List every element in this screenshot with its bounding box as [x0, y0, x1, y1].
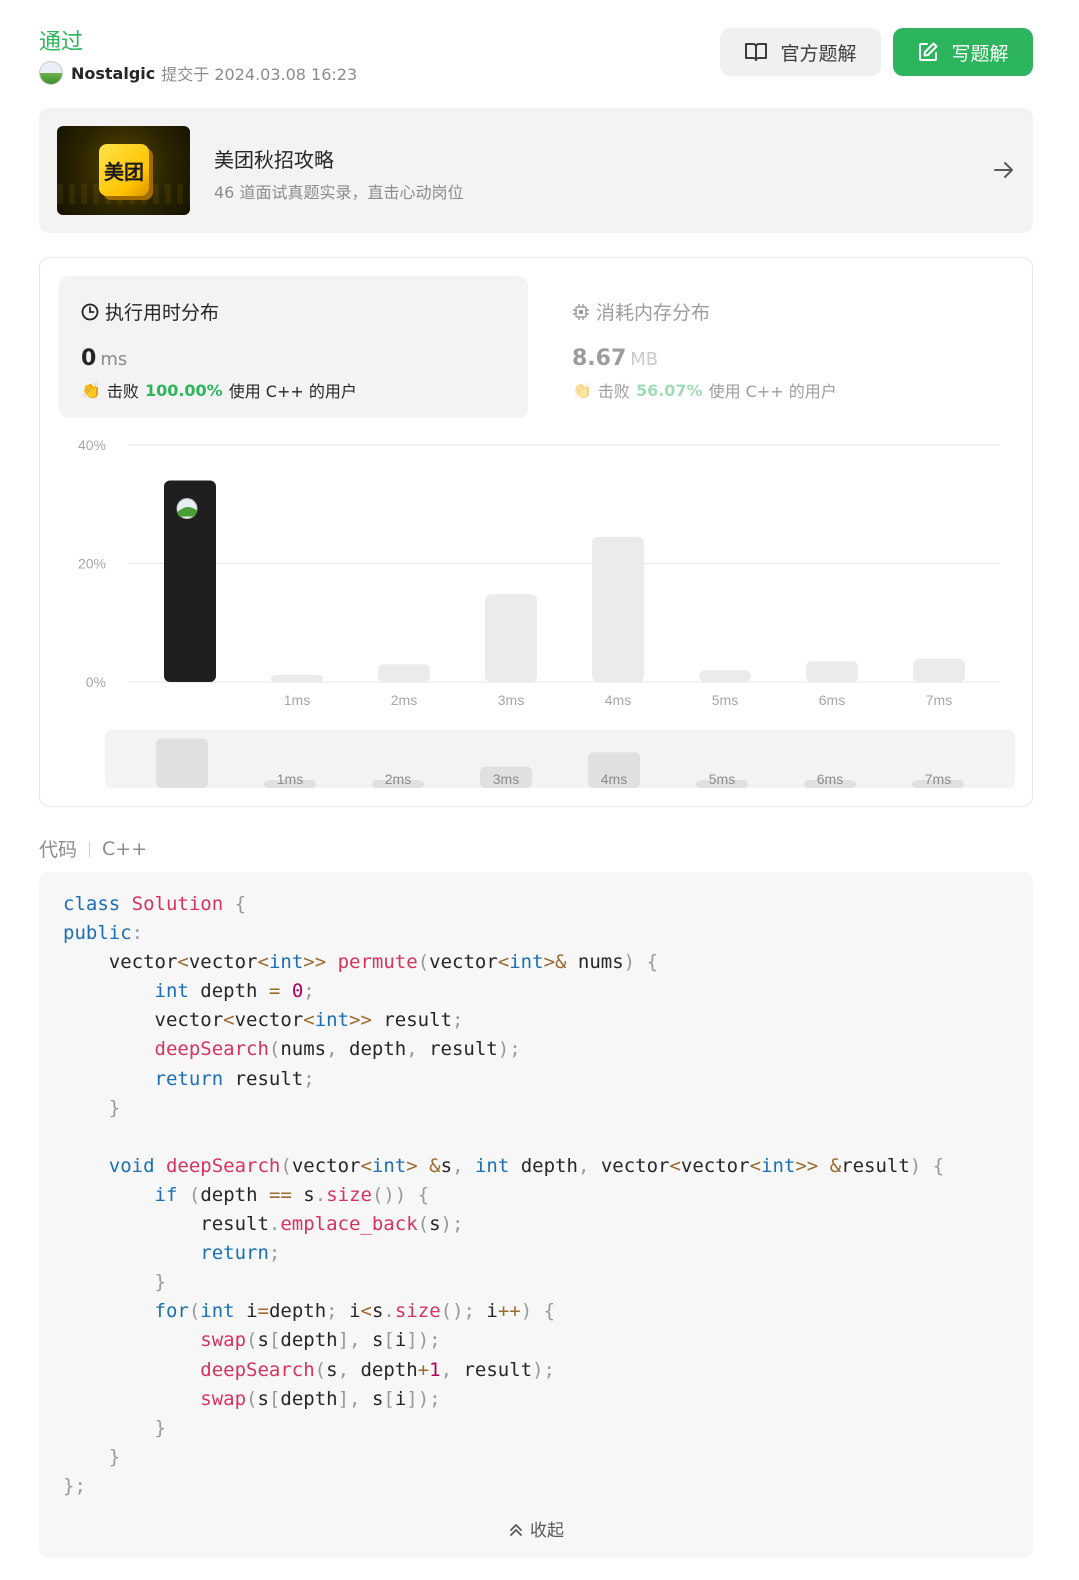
promo-title: 美团秋招攻略: [214, 148, 334, 172]
promo-subtitle: 46 道面试真题实录，直击心动岗位: [214, 183, 464, 202]
official-solution-button[interactable]: 官方题解: [720, 28, 881, 76]
code-block[interactable]: class Solution { public: vector<vector<i…: [39, 872, 1033, 1558]
submit-time: 提交于 2024.03.08 16:23: [161, 65, 358, 84]
book-icon: [745, 43, 768, 61]
x-tick-label: 7ms: [926, 692, 952, 708]
chart-bar: [699, 670, 751, 682]
navigator-bar: [156, 738, 208, 788]
navigator-label: 6ms: [817, 771, 843, 787]
promo-banner[interactable]: 美团 美团秋招攻略 46 道面试真题实录，直击心动岗位: [39, 108, 1033, 233]
navigator-label: 4ms: [601, 771, 627, 787]
collapse-label: 收起: [530, 1521, 564, 1541]
meituan-logo: 美团: [57, 126, 190, 215]
edit-icon: [919, 42, 938, 61]
chart-bar: [806, 661, 858, 682]
chart-bar: [592, 536, 644, 682]
range-navigator: [105, 730, 1015, 788]
navigator-label: 3ms: [493, 771, 519, 787]
submission-status: 通过: [39, 30, 84, 55]
runtime-distribution-chart: 40% 20% 0% 1ms 2ms 3ms 4ms 5ms 6ms 7ms 1ms 2ms 3ms 4m…: [78, 437, 1015, 788]
chart-bar: [378, 664, 430, 682]
arrow-right-icon: [994, 162, 1013, 178]
user-name[interactable]: Nostalgic: [71, 64, 155, 83]
chart-bar: [271, 674, 323, 682]
x-tick-label: 4ms: [605, 692, 631, 708]
collapse-button[interactable]: 收起: [39, 1516, 1033, 1541]
chart-bar: [913, 658, 965, 682]
x-tick-label: 5ms: [712, 692, 738, 708]
navigator-label: 5ms: [709, 771, 735, 787]
y-tick-label: 20%: [78, 556, 106, 572]
performance-card: 执行用时分布 0 ms 👏 击败 100.00% 使用 C++ 的用户 消耗内存分…: [39, 257, 1033, 807]
chart-bar: [485, 594, 537, 682]
navigator-label: 7ms: [925, 771, 951, 787]
write-solution-button[interactable]: 写题解: [893, 28, 1033, 76]
language-label: C++: [102, 837, 148, 860]
x-tick-label: 3ms: [498, 692, 524, 708]
chevron-up-double-icon: [510, 1523, 522, 1536]
navigator-label: 1ms: [277, 771, 303, 787]
x-tick-label: 6ms: [819, 692, 845, 708]
source-code: class Solution { public: vector<vector<i…: [63, 893, 945, 1497]
user-avatar[interactable]: [39, 61, 63, 85]
submitter-info: Nostalgic 提交于 2024.03.08 16:23: [39, 61, 357, 85]
x-tick-label: 1ms: [284, 692, 310, 708]
write-solution-label: 写题解: [951, 42, 1009, 65]
code-language-label: 代码 C++: [39, 835, 147, 862]
navigator-label: 2ms: [385, 771, 411, 787]
x-tick-label: 2ms: [391, 692, 417, 708]
code-label: 代码: [39, 839, 78, 861]
official-solution-label: 官方题解: [780, 42, 857, 65]
y-tick-label: 0%: [86, 674, 106, 690]
y-tick-label: 40%: [78, 437, 106, 453]
